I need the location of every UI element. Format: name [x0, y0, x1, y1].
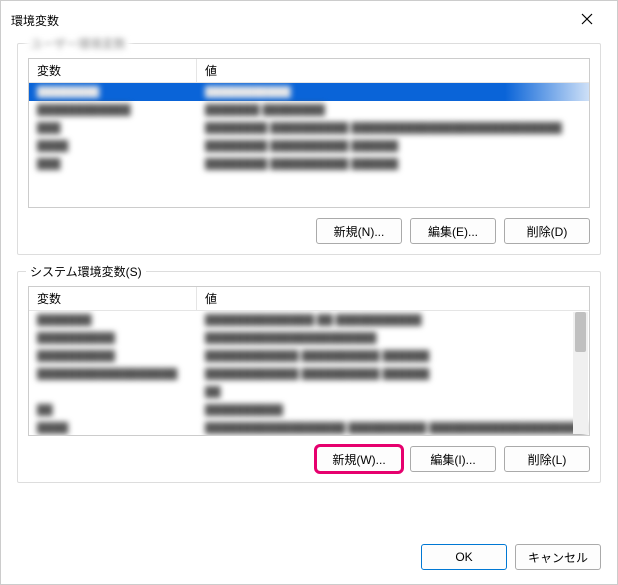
- user-vars-list[interactable]: 変数 値 ████████ ███████████ ████████████ █…: [28, 58, 590, 208]
- system-edit-button[interactable]: 編集(I)...: [410, 446, 496, 472]
- table-row[interactable]: ██████████ ██████████████████████: [29, 329, 589, 347]
- system-buttons: 新規(W)... 編集(I)... 削除(L): [28, 446, 590, 472]
- header-variable[interactable]: 変数: [29, 59, 197, 82]
- system-new-button[interactable]: 新規(W)...: [316, 446, 402, 472]
- table-row[interactable]: ███████ ██████████████ ██ ███████████: [29, 311, 589, 329]
- dialog-content: ユーザー環境変数 変数 値 ████████ ███████████ █████…: [1, 37, 617, 544]
- user-new-button[interactable]: 新規(N)...: [316, 218, 402, 244]
- table-row[interactable]: ████████████ ███████ ████████: [29, 101, 589, 119]
- table-row[interactable]: ████ ██████████████████ ██████████ █████…: [29, 419, 589, 435]
- system-list-header: 変数 値: [29, 287, 589, 311]
- user-edit-button[interactable]: 編集(E)...: [410, 218, 496, 244]
- scrollbar-thumb[interactable]: [575, 312, 586, 352]
- user-list-header: 変数 値: [29, 59, 589, 83]
- table-row[interactable]: ██████████████████ ████████████ ████████…: [29, 365, 589, 383]
- titlebar: 環境変数: [1, 1, 617, 37]
- table-row[interactable]: ███ ████████ ██████████ ██████: [29, 155, 589, 173]
- window-title: 環境変数: [11, 10, 59, 29]
- system-scrollbar[interactable]: [573, 312, 588, 434]
- table-row[interactable]: ███ ████████ ██████████ ████████████████…: [29, 119, 589, 137]
- user-vars-group: ユーザー環境変数 変数 値 ████████ ███████████ █████…: [17, 43, 601, 255]
- table-row[interactable]: ██: [29, 383, 589, 401]
- user-group-label: ユーザー環境変数: [26, 35, 130, 52]
- cancel-button[interactable]: キャンセル: [515, 544, 601, 570]
- header-value[interactable]: 値: [197, 287, 589, 310]
- header-value[interactable]: 値: [197, 59, 589, 82]
- user-list-body: ████████ ███████████ ████████████ ██████…: [29, 83, 589, 207]
- table-row[interactable]: ██ ██████████: [29, 401, 589, 419]
- env-vars-dialog: 環境変数 ユーザー環境変数 変数 値 ████████ ███████████: [0, 0, 618, 585]
- header-variable[interactable]: 変数: [29, 287, 197, 310]
- table-row[interactable]: ████ ████████ ██████████ ██████: [29, 137, 589, 155]
- dialog-footer: OK キャンセル: [1, 544, 617, 584]
- user-buttons: 新規(N)... 編集(E)... 削除(D): [28, 218, 590, 244]
- table-row[interactable]: ██████████ ████████████ ██████████ █████…: [29, 347, 589, 365]
- table-row[interactable]: ████████ ███████████: [29, 83, 589, 101]
- ok-button[interactable]: OK: [421, 544, 507, 570]
- close-icon: [581, 13, 593, 25]
- system-vars-list[interactable]: 変数 値 ███████ ██████████████ ██ █████████…: [28, 286, 590, 436]
- system-group-label: システム環境変数(S): [26, 263, 146, 280]
- close-button[interactable]: [567, 4, 607, 34]
- user-delete-button[interactable]: 削除(D): [504, 218, 590, 244]
- system-list-body: ███████ ██████████████ ██ ███████████ ██…: [29, 311, 589, 435]
- system-delete-button[interactable]: 削除(L): [504, 446, 590, 472]
- system-vars-group: システム環境変数(S) 変数 値 ███████ ██████████████ …: [17, 271, 601, 483]
